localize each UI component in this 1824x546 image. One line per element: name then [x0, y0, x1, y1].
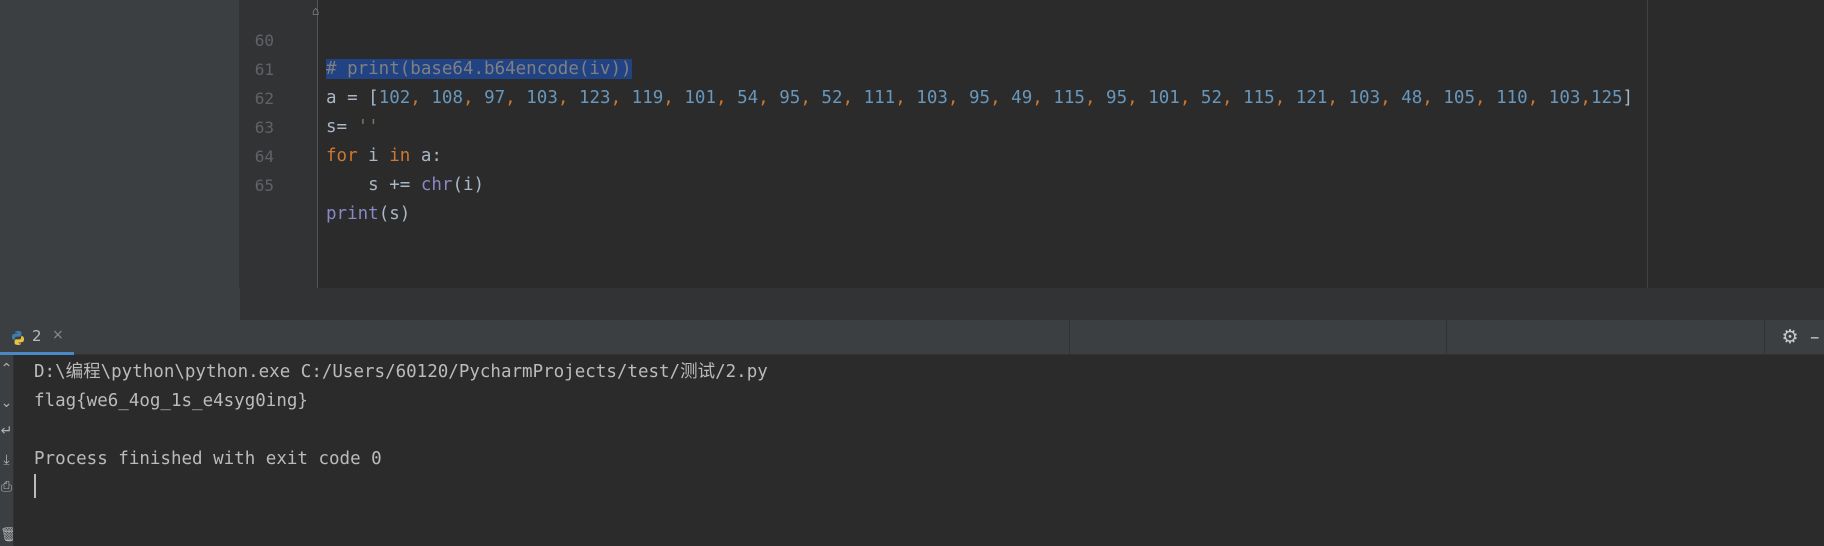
trash-icon[interactable]: 🗑: [0, 525, 13, 545]
tab-close-icon[interactable]: ×: [52, 327, 64, 343]
code-text[interactable]: # print(base64.b64encode(iv)): [326, 55, 632, 84]
separator: [1764, 320, 1765, 355]
python-icon: [12, 331, 24, 345]
selected-comment[interactable]: # print(base64.b64encode(iv)): [326, 59, 632, 79]
chevron-up-icon[interactable]: ⌃: [0, 359, 13, 379]
editor-bottom-gutter: [0, 288, 1824, 320]
code-text[interactable]: for i in a:: [326, 142, 442, 171]
console-exit-message: Process finished with exit code 0: [34, 449, 382, 469]
run-console[interactable]: ⌃ ⌄ ↵ ⤓ ⎙ 🗑 D:\编程\python\python.exe C:/U…: [0, 355, 1824, 546]
code-line-61[interactable]: 61 a = [102, 108, 97, 103, 123, 119, 101…: [240, 26, 1633, 108]
code-editor[interactable]: ⌂ 60 # print(base64.b64encode(iv)) 61 a …: [240, 0, 1824, 288]
run-tab-2[interactable]: 2 ×: [0, 320, 74, 355]
separator: [1446, 320, 1447, 355]
code-line-60[interactable]: 60 # print(base64.b64encode(iv)): [240, 0, 632, 79]
code-text[interactable]: print(s): [326, 200, 410, 229]
separator: [1069, 320, 1070, 355]
run-tool-window-header: 2 × ⚙ –: [0, 320, 1824, 355]
fold-marker-icon[interactable]: ⌂: [312, 5, 324, 21]
console-toolbar: ⌃ ⌄ ↵ ⤓ ⎙ 🗑: [0, 355, 14, 546]
minimize-icon[interactable]: –: [1810, 326, 1820, 348]
code-text[interactable]: a = [102, 108, 97, 103, 123, 119, 101, 5…: [326, 84, 1633, 113]
line-number: 65: [254, 176, 274, 195]
run-tab-label: 2: [32, 327, 42, 345]
chevron-down-icon[interactable]: ⌄: [0, 393, 13, 413]
code-line-65[interactable]: 65 print(s): [240, 142, 411, 224]
project-panel-strip: [0, 0, 240, 320]
wrap-icon[interactable]: ↵: [0, 421, 13, 441]
project-panel-bottom: [0, 288, 240, 320]
scroll-to-end-icon[interactable]: ⤓: [0, 450, 13, 470]
text-caret: [34, 474, 36, 498]
code-line-63[interactable]: 63 for i in a:: [240, 84, 442, 166]
console-output-flag: flag{we6_4og_1s_e4syg0ing}: [34, 391, 308, 411]
print-icon[interactable]: ⎙: [0, 477, 13, 497]
gear-icon[interactable]: ⚙: [1780, 327, 1800, 347]
right-margin-guide: [1647, 0, 1648, 288]
code-text[interactable]: s= '': [326, 113, 379, 142]
code-line-62[interactable]: 62 s= '': [240, 55, 379, 137]
code-line-64[interactable]: 64 s += chr(i): [240, 113, 484, 195]
console-command-line: D:\编程\python\python.exe C:/Users/60120/P…: [34, 362, 768, 382]
code-text[interactable]: s += chr(i): [326, 171, 484, 200]
